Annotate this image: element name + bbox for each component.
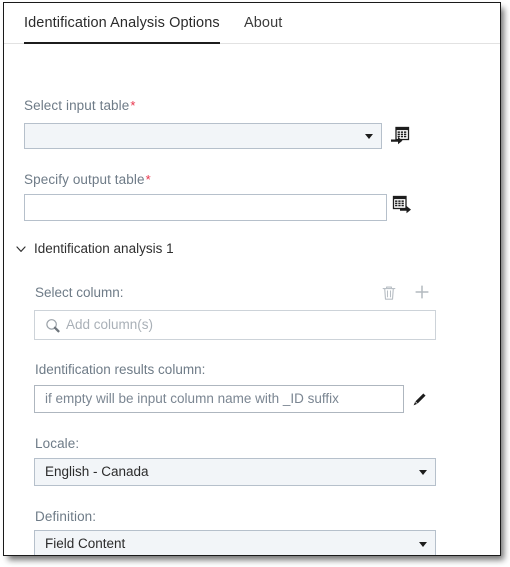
locale-select[interactable]: English - Canada xyxy=(34,458,436,486)
add-columns-placeholder: Add column(s) xyxy=(66,317,154,332)
chevron-down-icon xyxy=(419,470,427,475)
definition-select[interactable]: Field Content xyxy=(34,530,436,555)
options-panel: Select input table* Specify output table… xyxy=(4,44,500,555)
search-icon xyxy=(45,318,60,333)
chevron-down-icon[interactable] xyxy=(14,242,28,256)
tab-about[interactable]: About xyxy=(244,3,282,44)
plus-icon[interactable] xyxy=(413,283,431,301)
input-table-combobox[interactable] xyxy=(24,123,382,149)
identification-analysis-section-title: Identification analysis 1 xyxy=(34,241,174,256)
input-table-label-text: Select input table xyxy=(24,98,130,113)
output-table-input[interactable] xyxy=(24,194,387,221)
locale-value: English - Canada xyxy=(45,464,149,479)
locale-label: Locale: xyxy=(35,436,80,451)
chevron-down-icon xyxy=(419,542,427,547)
tab-strip: Identification Analysis Options About xyxy=(4,3,500,44)
select-column-label: Select column: xyxy=(35,285,124,300)
options-dialog: Identification Analysis Options About Se… xyxy=(3,2,501,556)
import-table-icon[interactable] xyxy=(390,126,410,146)
output-table-label: Specify output table* xyxy=(24,172,151,187)
definition-value: Field Content xyxy=(45,536,126,551)
input-table-label: Select input table* xyxy=(24,98,136,113)
output-table-required-asterisk: * xyxy=(145,172,151,187)
definition-label: Definition: xyxy=(35,509,97,524)
export-table-icon[interactable] xyxy=(392,195,412,215)
trash-icon[interactable] xyxy=(380,284,398,302)
identification-results-column-input[interactable]: if empty will be input column name with … xyxy=(34,385,404,413)
pencil-icon[interactable] xyxy=(411,390,429,408)
input-table-required-asterisk: * xyxy=(130,98,136,113)
add-columns-input[interactable]: Add column(s) xyxy=(34,310,436,340)
output-table-label-text: Specify output table xyxy=(24,172,145,187)
tab-identification-analysis-options[interactable]: Identification Analysis Options xyxy=(24,3,220,44)
chevron-down-icon xyxy=(365,134,373,139)
identification-results-column-placeholder: if empty will be input column name with … xyxy=(45,391,339,406)
identification-results-column-label: Identification results column: xyxy=(35,362,206,377)
